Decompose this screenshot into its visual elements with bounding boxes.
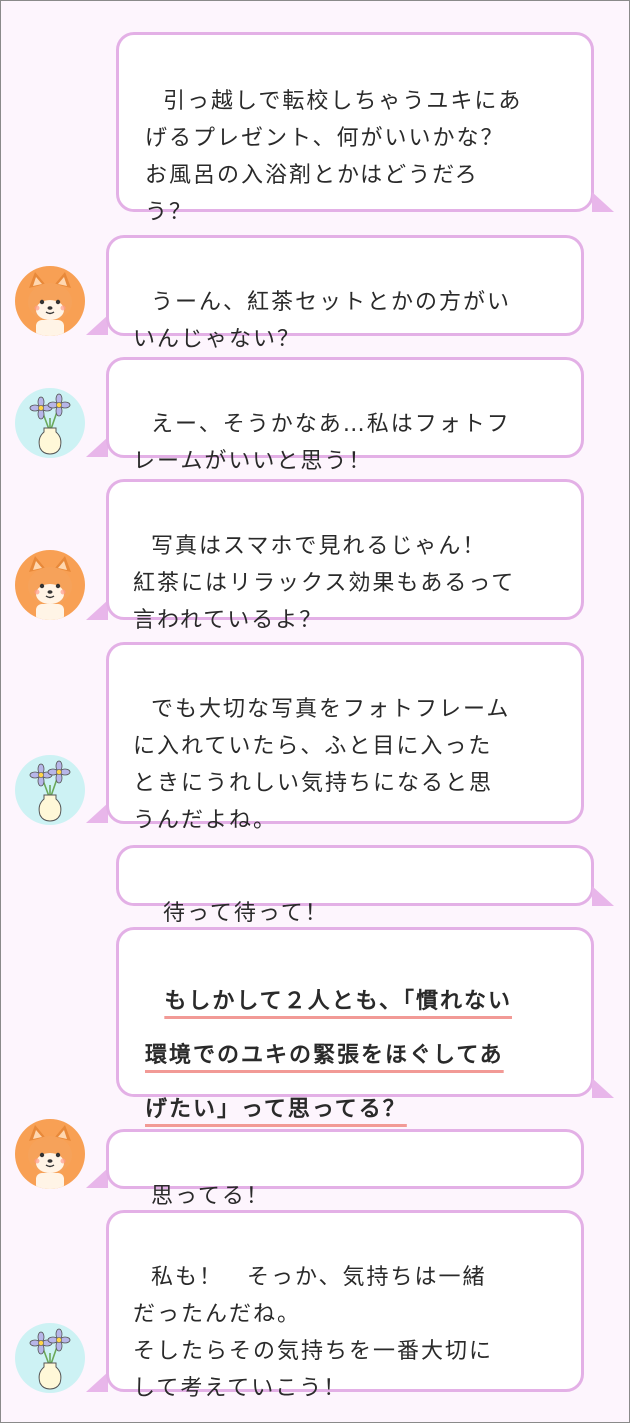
message-text: 思ってる！: [151, 1184, 270, 1209]
message-bubble-shiba: 思ってる！: [106, 1129, 584, 1209]
bubble-tail: [86, 600, 108, 620]
bubble-tail: [592, 1078, 614, 1098]
message-bubble-shiba: 写真はスマホで見れるじゃん！ 紅茶にはリラックス効果もあるって 言われているよ？: [106, 479, 584, 633]
message-text: 引っ越しで転校しちゃうユキにあ げるプレゼント、何がいいかな？ お風呂の入浴剤と…: [145, 89, 523, 225]
bubble-tail: [86, 437, 108, 457]
bubble-tail: [592, 192, 614, 212]
shiba-dog-icon: [15, 266, 85, 336]
message-text: 写真はスマホで見れるじゃん！ 紅茶にはリラックス効果もあるって 言われているよ？: [133, 534, 516, 633]
bubble-tail: [86, 1168, 108, 1188]
flower-vase-icon: [15, 755, 85, 825]
message-bubble-narrator-emphasis: もしかして２人とも、「慣れない 環境でのユキの緊張をほぐしてあ げたい」って思っ…: [116, 927, 594, 1122]
bubble-tail: [592, 886, 614, 906]
message-text: 待って待って！: [163, 901, 329, 926]
message-text: 私も！ そっか、気持ちは一緒 だったんだね。 そしたらその気持ちを一番大切に し…: [133, 1265, 494, 1401]
bubble-tail: [86, 1372, 108, 1392]
flower-vase-icon: [15, 1323, 85, 1393]
message-bubble-narrator: 待って待って！: [116, 845, 594, 926]
shiba-dog-icon: [15, 550, 85, 620]
bubble-tail: [86, 315, 108, 335]
message-bubble-flower: えー、そうかなあ…私はフォトフ レームがいいと思う！: [106, 357, 584, 474]
message-bubble-narrator: 引っ越しで転校しちゃうユキにあ げるプレゼント、何がいいかな？ お風呂の入浴剤と…: [116, 32, 594, 225]
message-bubble-shiba: うーん、紅茶セットとかの方がい いんじゃない？: [106, 235, 584, 352]
shiba-dog-icon: [15, 1119, 85, 1189]
message-bubble-flower: でも大切な写真をフォトフレーム に入れていたら、ふと目に入った ときにうれしい気…: [106, 642, 584, 833]
bubble-tail: [86, 803, 108, 823]
flower-vase-icon: [15, 388, 85, 458]
message-bubble-flower: 私も！ そっか、気持ちは一緒 だったんだね。 そしたらその気持ちを一番大切に し…: [106, 1210, 584, 1401]
message-text: でも大切な写真をフォトフレーム に入れていたら、ふと目に入った ときにうれしい気…: [133, 697, 511, 833]
